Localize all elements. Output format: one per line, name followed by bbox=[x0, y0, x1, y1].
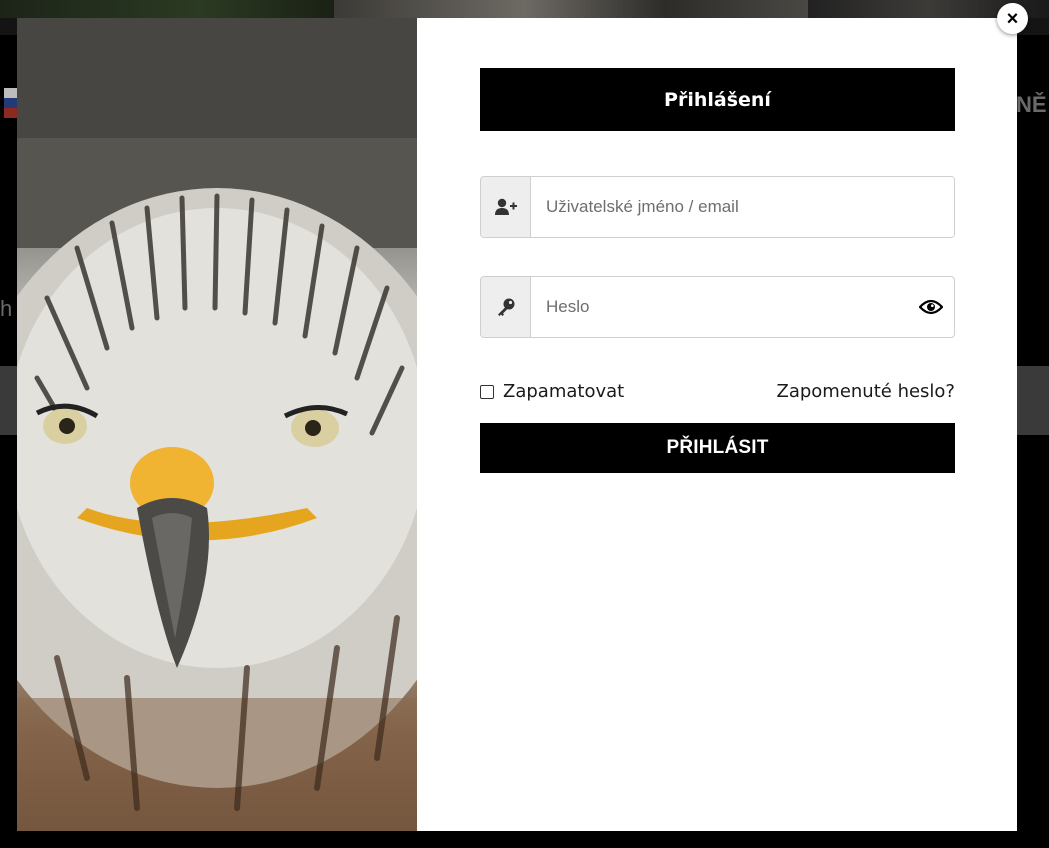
login-form: Přihlášení Uživatelské jméno / email Zap… bbox=[417, 18, 1017, 831]
remember-label: Zapamatovat bbox=[503, 381, 625, 402]
gallery-thumb bbox=[0, 0, 334, 18]
login-submit-button[interactable]: PŘIHLÁSIT bbox=[480, 423, 955, 473]
remember-me[interactable]: Zapamatovat bbox=[480, 381, 624, 402]
user-plus-icon bbox=[481, 177, 531, 237]
nav-item-fragment: NĚ bbox=[1016, 92, 1047, 117]
password-field bbox=[480, 276, 955, 338]
gallery-thumb bbox=[334, 0, 808, 18]
remember-checkbox[interactable] bbox=[480, 384, 494, 399]
key-icon bbox=[481, 277, 531, 337]
login-modal: Přihlášení Uživatelské jméno / email Zap… bbox=[17, 18, 1017, 831]
eye-icon[interactable] bbox=[908, 277, 954, 337]
text-fragment: h bbox=[0, 296, 13, 321]
eagle-illustration bbox=[17, 18, 417, 831]
forgot-password-link[interactable]: Zapomenuté heslo? bbox=[776, 381, 955, 402]
eagle-image bbox=[17, 18, 417, 831]
username-field bbox=[480, 176, 955, 238]
close-button[interactable]: × bbox=[997, 3, 1028, 34]
password-input[interactable] bbox=[531, 277, 908, 337]
language-flag-icon bbox=[4, 88, 18, 118]
modal-title: Přihlášení bbox=[480, 68, 955, 131]
username-input[interactable] bbox=[531, 177, 954, 237]
